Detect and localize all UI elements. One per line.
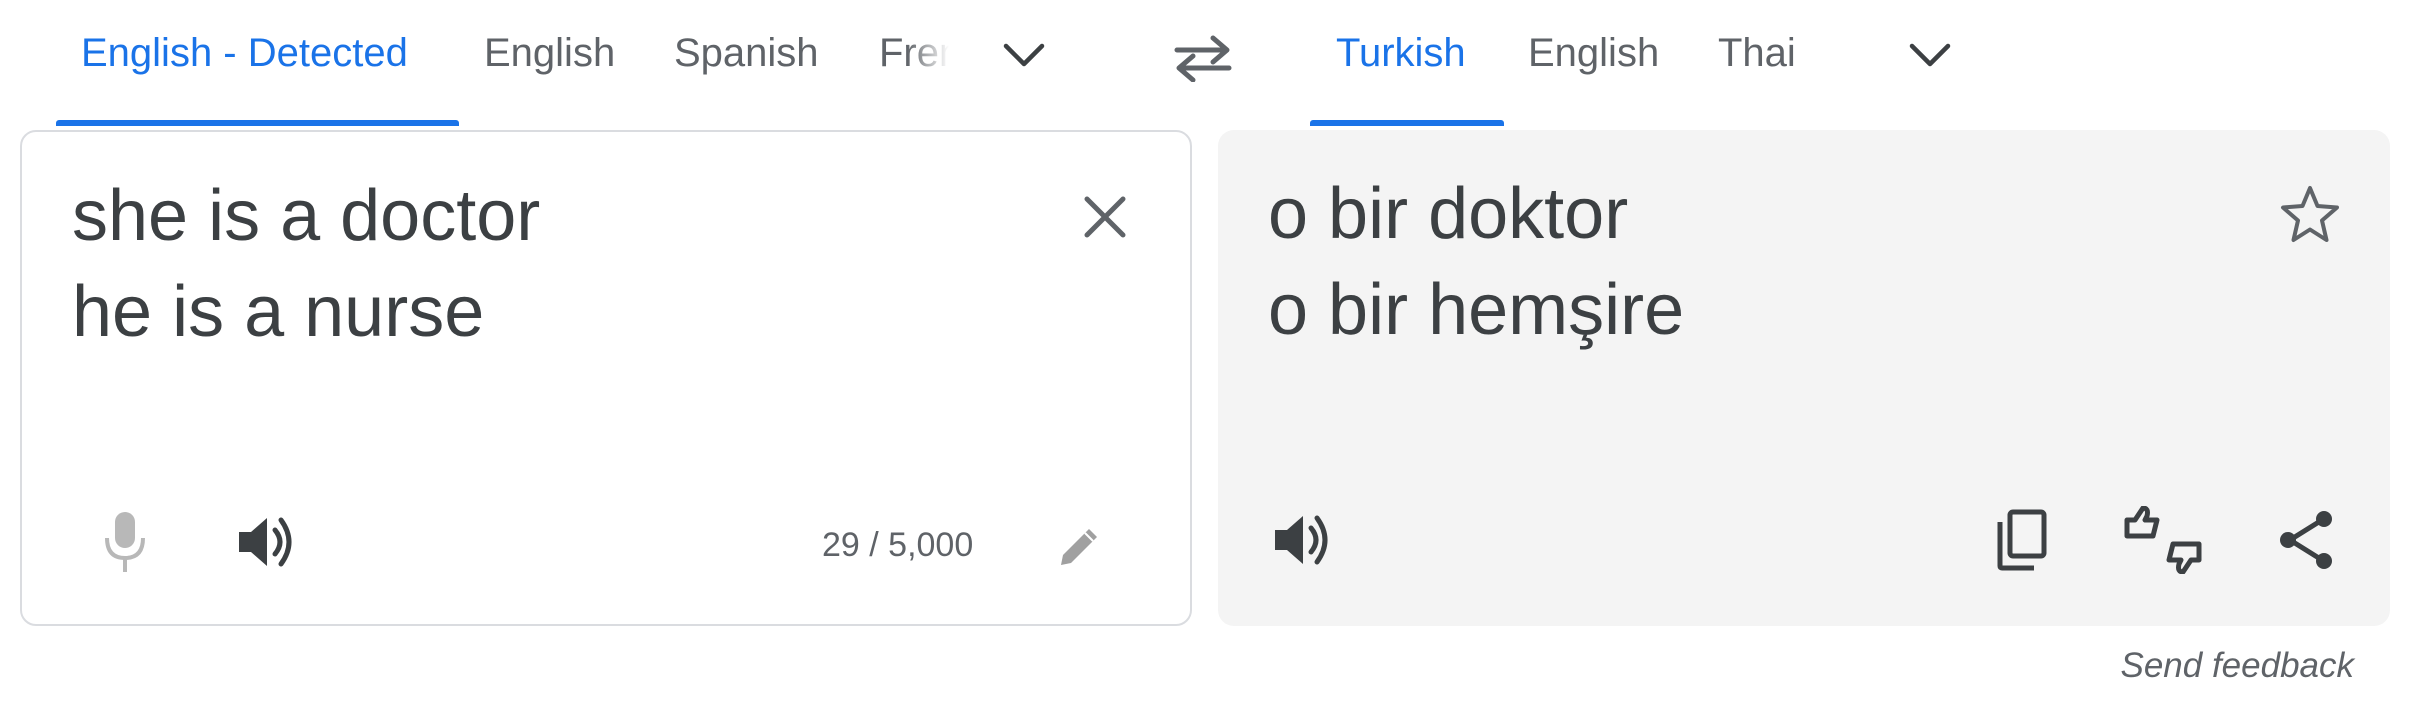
tab-spanish[interactable]: Spanish: [674, 28, 819, 78]
source-text-line[interactable]: she is a doctor: [72, 168, 540, 264]
copy-icon[interactable]: [1984, 502, 2060, 578]
star-icon[interactable]: [2272, 176, 2348, 252]
pencil-icon[interactable]: [1042, 510, 1116, 584]
chevron-down-icon[interactable]: [994, 30, 1054, 80]
chevron-down-icon[interactable]: [1900, 30, 1960, 80]
source-language-bar: English - Detected English Spanish Frenc…: [0, 0, 1170, 128]
speaker-icon[interactable]: [222, 502, 308, 582]
character-counter: 29 / 5,000: [822, 526, 974, 564]
tab-english-detected[interactable]: English - Detected: [81, 28, 408, 78]
tab-english-target[interactable]: English: [1528, 28, 1659, 78]
source-text-panel[interactable]: she is a doctor he is a nurse 29 / 5,000: [20, 130, 1192, 626]
active-tab-underline: [1310, 120, 1504, 126]
tab-turkish[interactable]: Turkish: [1336, 28, 1466, 78]
active-tab-underline: [56, 120, 459, 126]
target-language-bar: Turkish English Thai: [1236, 0, 2410, 128]
close-icon[interactable]: [1072, 184, 1138, 250]
send-feedback-link[interactable]: Send feedback: [2120, 646, 2354, 686]
translation-text-line: o bir doktor: [1268, 174, 1629, 254]
share-icon[interactable]: [2266, 502, 2346, 578]
translation-text-line: o bir hemşire: [1268, 270, 1685, 350]
translation-panel: o bir doktor o bir hemşire: [1218, 130, 2390, 626]
source-text-line[interactable]: he is a nurse: [72, 264, 484, 360]
tab-french[interactable]: French: [879, 28, 949, 78]
rate-translation-icon[interactable]: [2118, 500, 2208, 580]
swap-arrows-icon[interactable]: [1170, 30, 1236, 86]
tab-english[interactable]: English: [484, 28, 615, 78]
microphone-icon[interactable]: [82, 502, 168, 582]
tab-thai[interactable]: Thai: [1718, 28, 1796, 78]
speaker-icon[interactable]: [1258, 500, 1344, 580]
